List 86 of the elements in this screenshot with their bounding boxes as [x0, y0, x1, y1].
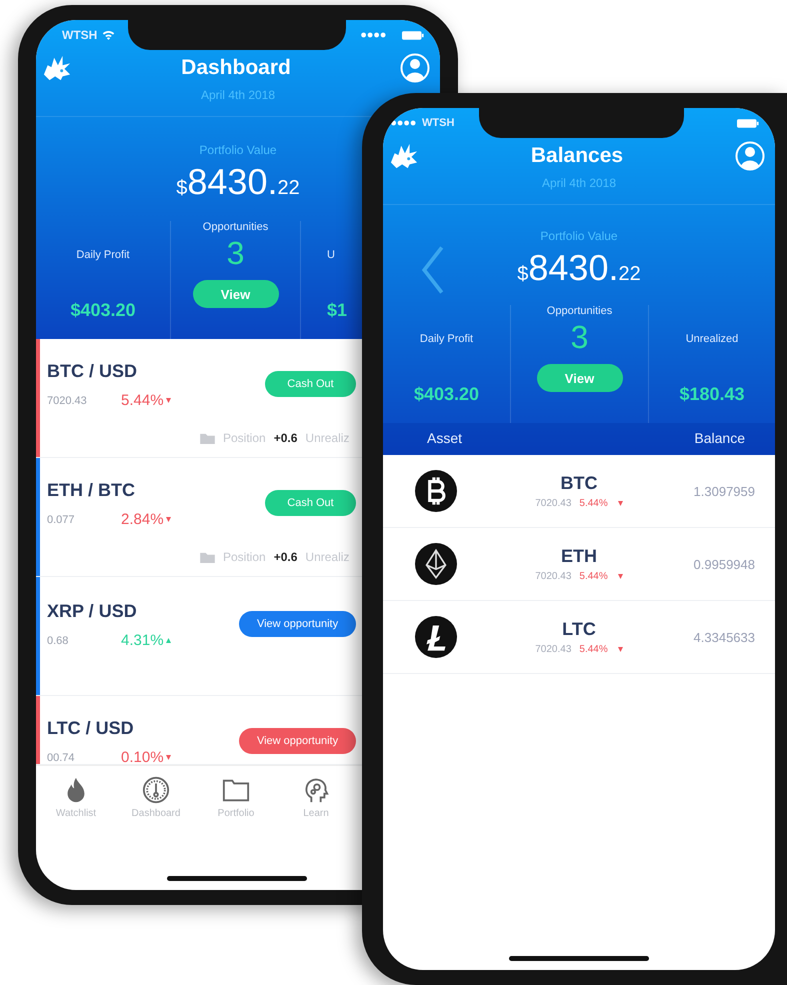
change-percent: 5.44% — [579, 571, 608, 582]
tab-item[interactable]: Dashboard — [116, 776, 196, 819]
change-percent: 5.44% — [579, 644, 608, 655]
tab-item[interactable]: Portfolio — [196, 776, 276, 819]
profile-icon[interactable] — [400, 53, 430, 83]
portfolio-label: Portfolio Value — [540, 229, 618, 243]
balance-value: 4.3345633 — [692, 630, 755, 644]
stat-label: U — [327, 249, 335, 261]
stat-label: Opportunities — [202, 221, 268, 233]
price: 0.077 — [47, 514, 76, 526]
change-percent: 5.44% — [121, 392, 164, 409]
currency-sign: $ — [176, 177, 188, 200]
action-button[interactable]: View opportunity — [239, 611, 356, 637]
view-button[interactable]: View — [536, 364, 622, 392]
profile-icon[interactable] — [734, 141, 765, 171]
asset-symbol: ETH — [561, 546, 597, 567]
asset-row[interactable]: BTC 7020.43 5.44% 1.3097959 — [383, 455, 775, 528]
price: 7020.43 — [535, 644, 572, 655]
litecoin-icon — [415, 616, 457, 658]
stat-label: Unrealized — [686, 333, 738, 345]
portfolio-label: Portfolio Value — [199, 143, 277, 157]
position-label: Position — [223, 550, 266, 564]
stat-label: Daily Profit — [76, 249, 130, 261]
position-label: Position — [223, 431, 266, 445]
asset-row[interactable]: ETH 7020.43 5.44% 0.9959948 — [383, 528, 775, 601]
folder-icon — [200, 552, 215, 562]
wifi-icon — [102, 30, 116, 40]
pair-name: LTC / USD — [47, 718, 135, 739]
stat-value: $1 — [327, 300, 348, 321]
carrier-name: WTSH — [422, 117, 454, 129]
action-button[interactable]: Cash Out — [265, 371, 356, 397]
asset-symbol: LTC — [562, 619, 596, 640]
change-percent: 4.31% — [121, 632, 164, 649]
stat-label: Daily Profit — [420, 333, 474, 345]
signal-icon — [391, 120, 417, 126]
opportunities-count: 3 — [570, 319, 588, 356]
price: 00.74 — [47, 752, 76, 764]
tab-item[interactable]: Watchlist — [36, 776, 116, 819]
stat-value: $403.20 — [70, 300, 136, 321]
currency-sign: $ — [517, 263, 528, 286]
screen-title: Balances — [530, 144, 624, 168]
change-percent: 0.10% — [121, 749, 164, 766]
battery-icon — [737, 118, 759, 128]
portfolio-cents: 22 — [618, 263, 641, 286]
balance-value: 1.3097959 — [692, 484, 755, 498]
folder-icon — [200, 432, 215, 444]
signal-icon — [361, 32, 387, 38]
date-label: April 4th 2018 — [200, 88, 276, 102]
action-button[interactable]: View opportunity — [239, 728, 356, 754]
battery-icon — [402, 30, 424, 40]
portfolio-amount: 8430. — [187, 161, 278, 203]
column-header: Balance — [694, 430, 745, 446]
change-percent: 5.44% — [579, 498, 608, 509]
gauge-icon — [142, 776, 170, 804]
logo-icon[interactable] — [42, 54, 72, 82]
view-button[interactable]: View — [192, 280, 278, 308]
pair-name: BTC / USD — [47, 361, 138, 382]
price: 0.68 — [47, 634, 70, 646]
tab-item[interactable]: Learn — [276, 776, 356, 819]
logo-icon[interactable] — [389, 142, 419, 170]
price: 7020.43 — [47, 394, 88, 406]
stat-value: $180.43 — [679, 384, 745, 405]
opportunities-count: 3 — [226, 235, 244, 272]
change-percent: 2.84% — [121, 511, 164, 528]
column-header: Asset — [427, 430, 462, 446]
bitcoin-icon — [415, 470, 457, 512]
stat-value: $403.20 — [414, 384, 480, 405]
screen-title: Dashboard — [181, 56, 291, 80]
portfolio-cents: 22 — [277, 177, 300, 200]
balance-value: 0.9959948 — [692, 556, 755, 572]
asset-symbol: BTC — [560, 473, 598, 494]
action-button[interactable]: Cash Out — [265, 490, 356, 516]
position-value: +0.6 — [274, 550, 298, 564]
ethereum-icon — [415, 543, 457, 585]
stat-label: Opportunities — [546, 305, 612, 317]
pair-name: XRP / USD — [47, 601, 138, 622]
unrealized-label: Unrealiz — [305, 550, 350, 564]
asset-row[interactable]: LTC 7020.43 5.44% 4.3345633 — [383, 601, 775, 674]
date-label: April 4th 2018 — [542, 176, 616, 190]
portfolio-amount: 8430. — [528, 247, 618, 289]
position-value: +0.6 — [274, 431, 298, 445]
pair-name: ETH / BTC — [47, 480, 136, 501]
price: 7020.43 — [535, 498, 572, 509]
carrier-name: WTSH — [62, 28, 98, 42]
price: 7020.43 — [535, 571, 572, 582]
unrealized-label: Unrealiz — [305, 431, 350, 445]
